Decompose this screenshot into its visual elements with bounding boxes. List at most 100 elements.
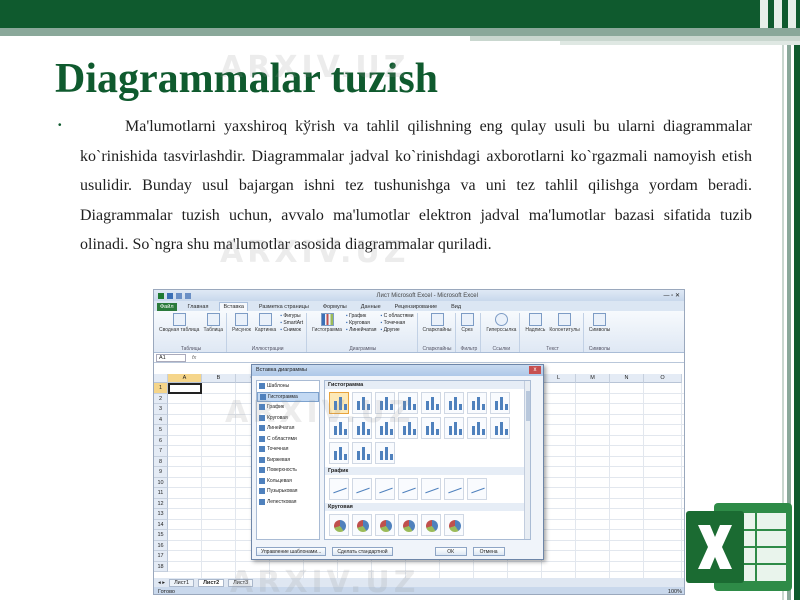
- screenshot-button[interactable]: Снимок: [280, 327, 303, 333]
- col-subtype-thumb[interactable]: [490, 417, 510, 439]
- col-subtype-thumb[interactable]: [444, 417, 464, 439]
- fx-icon[interactable]: fx: [192, 355, 196, 361]
- row-header[interactable]: 1: [154, 383, 168, 394]
- column-header[interactable]: N: [610, 374, 644, 383]
- active-cell[interactable]: [168, 383, 202, 394]
- shapes-button[interactable]: Фигуры: [280, 313, 303, 319]
- row-header[interactable]: 7: [154, 446, 168, 457]
- save-icon[interactable]: [167, 292, 173, 299]
- bar-chart-button[interactable]: Линейчатая: [346, 327, 376, 333]
- pie-subtype-thumb[interactable]: [421, 514, 441, 536]
- other-charts-button[interactable]: Другие: [381, 327, 414, 333]
- tab-insert[interactable]: Вставка: [219, 302, 248, 311]
- chart-type-item[interactable]: Биржевая: [257, 455, 319, 466]
- tab-formulas[interactable]: Формулы: [320, 303, 350, 311]
- chart-type-item[interactable]: С областями: [257, 434, 319, 445]
- table-button[interactable]: Таблица: [203, 313, 223, 333]
- line-subtype-thumb[interactable]: [398, 478, 418, 500]
- row-header[interactable]: 2: [154, 393, 168, 404]
- sheet-tab-1[interactable]: Лист1: [169, 578, 195, 587]
- column-chart-button[interactable]: Гистограмма: [312, 313, 342, 333]
- line-subtype-thumb[interactable]: [329, 478, 349, 500]
- select-all-corner[interactable]: [154, 374, 168, 383]
- window-controls[interactable]: — ▫ ✕: [664, 292, 681, 299]
- tab-page-layout[interactable]: Разметка страницы: [256, 303, 312, 311]
- column-header[interactable]: B: [202, 374, 236, 383]
- gallery-scrollbar[interactable]: [524, 381, 530, 539]
- chart-type-item[interactable]: Точечная: [257, 444, 319, 455]
- row-header[interactable]: 5: [154, 425, 168, 436]
- col-subtype-thumb[interactable]: [421, 417, 441, 439]
- ok-button[interactable]: ОК: [434, 546, 467, 556]
- redo-icon[interactable]: [185, 292, 191, 299]
- smartart-button[interactable]: SmartArt: [280, 320, 303, 326]
- area-chart-button[interactable]: С областями: [381, 313, 414, 319]
- sheet-tab-2[interactable]: Лист2: [198, 578, 225, 587]
- col-subtype-thumb[interactable]: [375, 442, 395, 464]
- symbols-button[interactable]: Символы: [589, 313, 610, 333]
- col-subtype-thumb[interactable]: [467, 417, 487, 439]
- line-subtype-thumb[interactable]: [444, 478, 464, 500]
- tab-view[interactable]: Вид: [448, 303, 464, 311]
- line-subtype-thumb[interactable]: [467, 478, 487, 500]
- col-subtype-thumb[interactable]: [444, 392, 464, 414]
- column-header[interactable]: A: [168, 374, 202, 383]
- tab-review[interactable]: Рецензирование: [392, 303, 440, 311]
- pie-subtype-thumb[interactable]: [444, 514, 464, 536]
- pie-chart-button[interactable]: Круговая: [346, 320, 377, 326]
- set-default-button[interactable]: Сделать стандартной: [332, 546, 393, 556]
- row-header[interactable]: 8: [154, 456, 168, 467]
- col-subtype-thumb[interactable]: [467, 392, 487, 414]
- scatter-chart-button[interactable]: Точечная: [381, 320, 414, 326]
- line-subtype-thumb[interactable]: [421, 478, 441, 500]
- row-header[interactable]: 6: [154, 435, 168, 446]
- name-box[interactable]: A1: [156, 353, 186, 362]
- line-subtype-thumb[interactable]: [352, 478, 372, 500]
- zoom-level[interactable]: 100%: [668, 589, 682, 595]
- row-header[interactable]: 3: [154, 404, 168, 415]
- chart-type-item[interactable]: Пузырьковая: [257, 486, 319, 497]
- hyperlink-button[interactable]: Гиперссылка: [486, 313, 516, 333]
- undo-icon[interactable]: [176, 292, 182, 299]
- row-header[interactable]: 11: [154, 488, 168, 499]
- sheet-nav-icon[interactable]: ◂ ▸: [158, 580, 165, 586]
- slicer-button[interactable]: Срез: [460, 313, 474, 333]
- line-chart-button[interactable]: График: [346, 313, 377, 319]
- pie-subtype-thumb[interactable]: [329, 514, 349, 536]
- pie-subtype-thumb[interactable]: [398, 514, 418, 536]
- row-header[interactable]: 17: [154, 551, 168, 562]
- chart-type-item[interactable]: Шаблоны: [257, 381, 319, 392]
- column-header[interactable]: L: [542, 374, 576, 383]
- pie-subtype-thumb[interactable]: [352, 514, 372, 536]
- textbox-button[interactable]: Надпись: [525, 313, 545, 333]
- chart-type-item[interactable]: Кольцевая: [257, 476, 319, 487]
- row-header[interactable]: 16: [154, 540, 168, 551]
- column-header[interactable]: M: [576, 374, 610, 383]
- row-header[interactable]: 15: [154, 530, 168, 541]
- col-subtype-thumb[interactable]: [490, 392, 510, 414]
- pie-subtype-thumb[interactable]: [375, 514, 395, 536]
- col-subtype-thumb[interactable]: [329, 442, 349, 464]
- manage-templates-button[interactable]: Управление шаблонами...: [256, 546, 327, 556]
- column-header[interactable]: O: [644, 374, 682, 383]
- clipart-button[interactable]: Картинка: [255, 313, 276, 333]
- row-header[interactable]: 12: [154, 498, 168, 509]
- chart-type-item[interactable]: Поверхность: [257, 465, 319, 476]
- row-header[interactable]: 14: [154, 519, 168, 530]
- row-header[interactable]: 18: [154, 561, 168, 572]
- tab-home[interactable]: Главная: [185, 303, 212, 311]
- row-header[interactable]: 9: [154, 467, 168, 478]
- col-subtype-thumb[interactable]: [352, 442, 372, 464]
- picture-button[interactable]: Рисунок: [232, 313, 251, 333]
- tab-file[interactable]: Файл: [157, 303, 177, 311]
- col-subtype-thumb[interactable]: [421, 392, 441, 414]
- row-header[interactable]: 4: [154, 414, 168, 425]
- line-subtype-thumb[interactable]: [375, 478, 395, 500]
- cancel-button[interactable]: Отмена: [472, 546, 505, 556]
- chart-type-item[interactable]: Лепестковая: [257, 497, 319, 508]
- pivot-table-button[interactable]: Сводная таблица: [159, 313, 199, 333]
- header-footer-button[interactable]: Колонтитулы: [549, 313, 580, 333]
- row-header[interactable]: 13: [154, 509, 168, 520]
- sparklines-button[interactable]: Спарклайны: [423, 313, 452, 333]
- close-icon[interactable]: x: [529, 366, 541, 374]
